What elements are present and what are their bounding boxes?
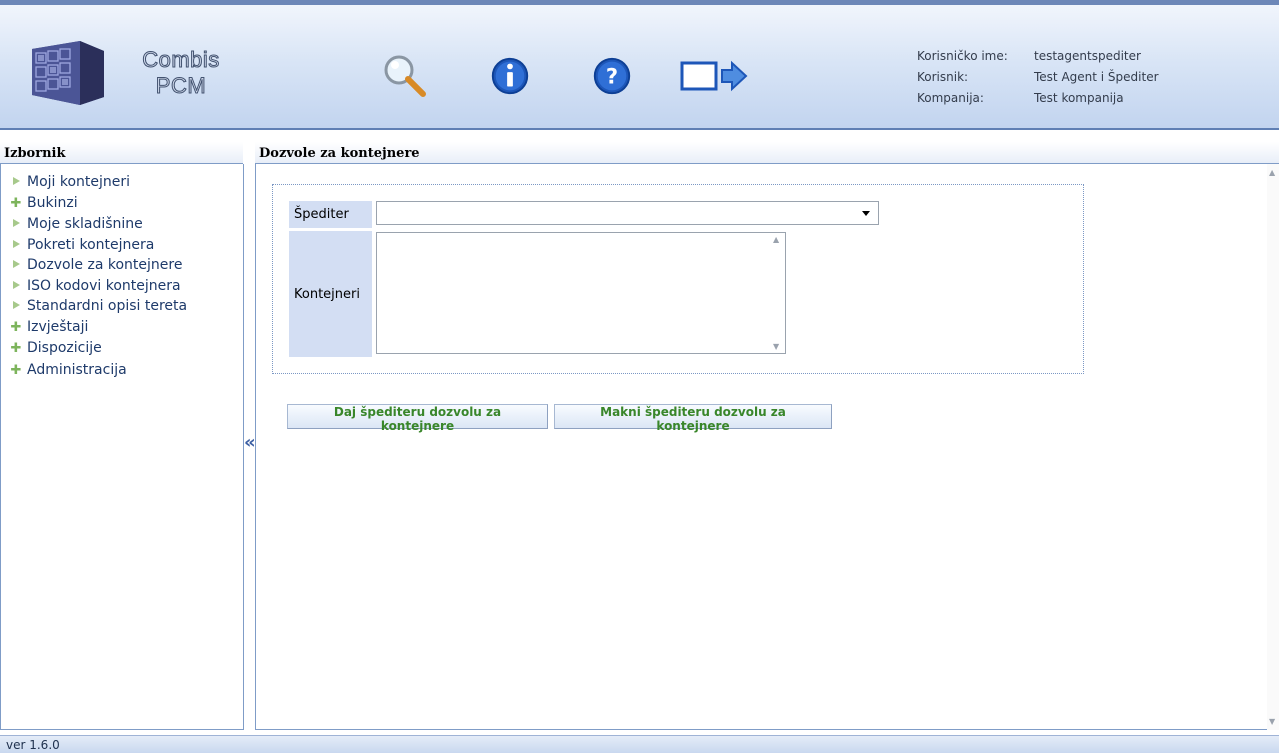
arrow-right-icon [9, 172, 23, 193]
arrow-right-icon [9, 276, 23, 297]
sidebar-item-bukinzi[interactable]: ✚ Bukinzi [9, 193, 243, 215]
user-info: Korisničko ime: testagentspediter Korisni… [917, 46, 1159, 109]
sidebar-title: Izbornik [0, 142, 243, 164]
sidebar-item-moje-skladisnine[interactable]: Moje skladišnine [9, 214, 243, 235]
app-brand: Combis PCM [128, 47, 234, 99]
status-bar: ver 1.6.0 [0, 735, 1279, 753]
main-scrollbar[interactable]: ▲ ▼ [1267, 164, 1279, 730]
sidebar-item-dozvole-za-kontejnere[interactable]: Dozvole za kontejnere [9, 255, 243, 276]
logout-icon[interactable] [680, 53, 754, 99]
user-info-username: Korisničko ime: testagentspediter [917, 49, 1141, 63]
arrow-right-icon [9, 296, 23, 317]
app-window: Combis PCM ? Korisničko ime: testagentspe… [0, 0, 1279, 753]
container-logo-icon [32, 41, 104, 105]
chevron-down-icon [862, 211, 870, 216]
kontejneri-label: Kontejneri [289, 231, 372, 357]
spediter-label: Špediter [289, 201, 372, 228]
user-info-company: Kompanija: Test kompanija [917, 91, 1124, 105]
revoke-permission-button[interactable]: Makni špediteru dozvolu za kontejnere [554, 404, 832, 433]
plus-icon: ✚ [10, 319, 22, 335]
spediter-select[interactable] [376, 201, 879, 225]
version-label: ver 1.6.0 [6, 738, 60, 752]
search-icon[interactable] [382, 53, 428, 99]
help-icon[interactable]: ? [590, 53, 634, 99]
sidebar-menu: Moji kontejneri ✚ Bukinzi Moje skladišnin… [1, 164, 243, 381]
sidebar: Moji kontejneri ✚ Bukinzi Moje skladišnin… [0, 164, 244, 730]
textarea-scrollbar[interactable]: ▲ ▼ [769, 233, 785, 353]
scroll-up-icon[interactable]: ▲ [1269, 168, 1275, 177]
sidebar-item-standardni-opisi[interactable]: Standardni opisi tereta [9, 296, 243, 317]
scroll-down-icon[interactable]: ▼ [1269, 717, 1275, 726]
kontejneri-textarea[interactable] [376, 232, 786, 354]
collapse-sidebar-icon[interactable]: « [244, 432, 256, 454]
sidebar-item-dispozicije[interactable]: ✚ Dispozicije [9, 338, 243, 360]
sidebar-item-administracija[interactable]: ✚ Administracija [9, 360, 243, 382]
user-info-user: Korisnik: Test Agent i Špediter [917, 70, 1159, 84]
brand-line2: PCM [155, 73, 207, 99]
grant-permission-button[interactable]: Daj špediteru dozvolu za kontejnere [287, 404, 548, 433]
main-content: Špediter Kontejneri ▲ ▼ Daj špediteru do… [255, 164, 1279, 730]
brand-line1: Combis [142, 47, 220, 73]
sidebar-item-iso-kodovi[interactable]: ISO kodovi kontejnera [9, 276, 243, 297]
svg-text:?: ? [606, 64, 618, 89]
plus-icon: ✚ [10, 362, 22, 378]
sidebar-item-pokreti-kontejnera[interactable]: Pokreti kontejnera [9, 235, 243, 256]
page-title: Dozvole za kontejnere [255, 142, 1279, 164]
arrow-right-icon [9, 214, 23, 235]
app-header: Combis PCM ? Korisničko ime: testagentspe… [0, 0, 1279, 130]
sidebar-item-izvjestaji[interactable]: ✚ Izvještaji [9, 317, 243, 339]
info-icon[interactable] [488, 53, 532, 99]
scroll-up-icon[interactable]: ▲ [773, 235, 779, 244]
scroll-down-icon[interactable]: ▼ [773, 342, 779, 351]
arrow-right-icon [9, 235, 23, 256]
arrow-right-icon [9, 255, 23, 276]
sidebar-item-moji-kontejneri[interactable]: Moji kontejneri [9, 172, 243, 193]
permissions-form: Špediter Kontejneri ▲ ▼ [272, 184, 1084, 374]
plus-icon: ✚ [10, 195, 22, 211]
plus-icon: ✚ [10, 341, 22, 356]
